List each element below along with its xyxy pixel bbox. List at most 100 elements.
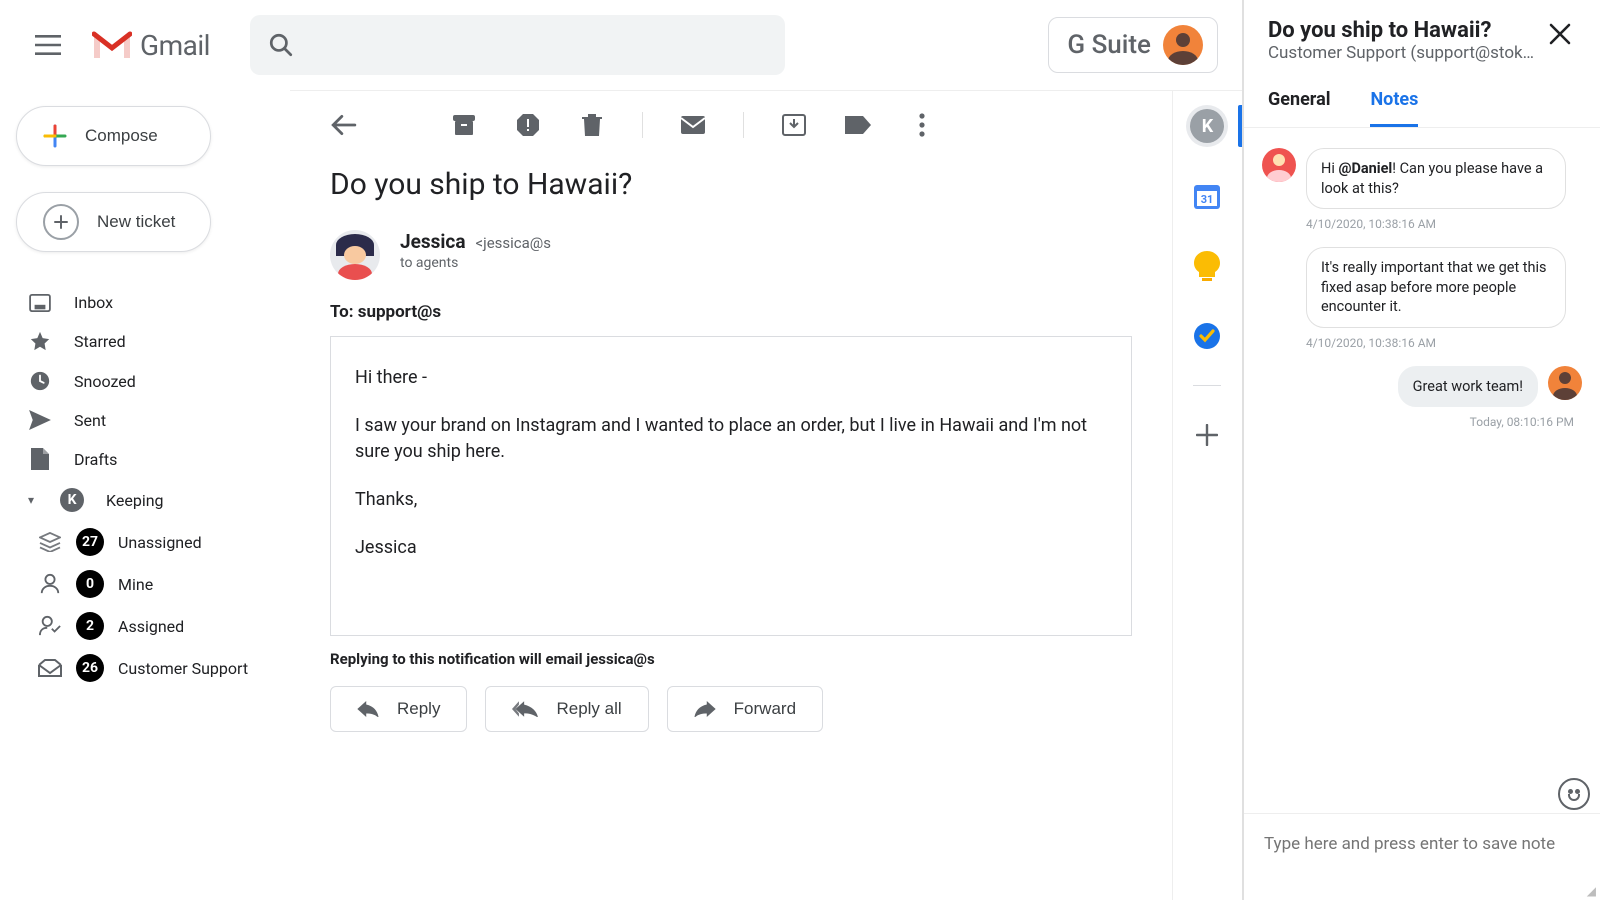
note-timestamp: 4/10/2020, 10:38:16 AM [1306, 336, 1582, 350]
note-author-avatar [1262, 148, 1296, 182]
body-line: Hi there - [355, 365, 1107, 391]
note-mention[interactable]: @Daniel [1338, 160, 1392, 177]
resize-grip-icon[interactable]: ◢ [1587, 884, 1596, 898]
note-bubble: It's really important that we get this f… [1306, 247, 1566, 328]
new-ticket-button[interactable]: New ticket [16, 192, 211, 252]
nav-drafts-label: Drafts [74, 450, 117, 469]
note-input[interactable] [1264, 834, 1580, 882]
plus-circle-icon [43, 204, 79, 240]
compose-label: Compose [85, 126, 158, 146]
addon-tasks[interactable] [1186, 315, 1228, 357]
mailbox-icon [38, 659, 62, 677]
recipient-summary[interactable]: to agents [400, 255, 551, 271]
star-icon [28, 330, 52, 352]
mine-count-badge: 0 [76, 570, 104, 598]
reply-all-label: Reply all [556, 699, 621, 719]
nav-snoozed[interactable]: Snoozed [16, 361, 282, 401]
nav-unassigned[interactable]: 27 Unassigned [26, 521, 282, 563]
body-line: I saw your brand on Instagram and I want… [355, 413, 1107, 465]
addon-calendar[interactable]: 31 [1186, 175, 1228, 217]
body-line: Thanks, [355, 487, 1107, 513]
nav-starred[interactable]: Starred [16, 321, 282, 361]
close-icon[interactable] [1544, 18, 1576, 50]
inbox-icon [28, 294, 52, 312]
note-timestamp: 4/10/2020, 10:38:16 AM [1306, 217, 1582, 231]
toolbar-divider [743, 112, 744, 138]
hamburger-menu-icon[interactable] [24, 21, 72, 69]
file-icon [28, 448, 52, 470]
sender-avatar [330, 230, 380, 280]
reply-footer-note: Replying to this notification will email… [330, 650, 1132, 668]
nav-assigned[interactable]: 2 Assigned [26, 605, 282, 647]
note-text-prefix: Hi [1321, 160, 1338, 177]
email-body: Hi there - I saw your brand on Instagram… [330, 336, 1132, 636]
addon-get-addons[interactable] [1186, 414, 1228, 456]
nav-inbox[interactable]: Inbox [16, 284, 282, 321]
note-timestamp: Today, 08:10:16 PM [1262, 415, 1574, 429]
report-spam-icon[interactable] [514, 111, 542, 139]
keeping-logo-icon: K [60, 488, 84, 512]
reply-label: Reply [397, 699, 440, 719]
reply-all-button[interactable]: Reply all [485, 686, 648, 732]
nav-mine[interactable]: 0 Mine [26, 563, 282, 605]
nav-keeping-label: Keeping [106, 491, 164, 510]
nav-starred-label: Starred [74, 332, 126, 351]
new-ticket-label: New ticket [97, 212, 175, 232]
search-icon [268, 32, 294, 58]
active-addon-indicator [1238, 105, 1242, 147]
forward-label: Forward [734, 699, 796, 719]
panel-subtitle: Customer Support (support@stok… [1268, 43, 1534, 63]
gmail-logo-text: Gmail [140, 29, 210, 62]
nav-drafts[interactable]: Drafts [16, 439, 282, 479]
back-icon[interactable] [330, 111, 358, 139]
forward-button[interactable]: Forward [667, 686, 823, 732]
nav-snoozed-label: Snoozed [74, 372, 136, 391]
assigned-count-badge: 2 [76, 612, 104, 640]
send-icon [28, 410, 52, 430]
account-avatar[interactable] [1163, 25, 1203, 65]
compose-button[interactable]: Compose [16, 106, 211, 166]
nav-keeping[interactable]: ▾ K Keeping [16, 479, 282, 521]
reply-all-icon [512, 701, 538, 717]
clock-icon [28, 370, 52, 392]
nav-assigned-label: Assigned [118, 617, 184, 636]
unassigned-count-badge: 27 [76, 528, 104, 556]
gsuite-label: G Suite [1067, 30, 1151, 60]
nav-inbox-label: Inbox [74, 293, 113, 312]
forward-icon [694, 701, 716, 717]
addon-divider [1193, 385, 1221, 386]
chevron-down-icon: ▾ [28, 493, 34, 507]
emoji-picker-icon[interactable] [1558, 778, 1590, 810]
tab-general[interactable]: General [1268, 89, 1331, 127]
gsuite-badge[interactable]: G Suite [1048, 17, 1218, 73]
nav-sent-label: Sent [74, 411, 106, 430]
nav-unassigned-label: Unassigned [118, 533, 202, 552]
to-line: To: support@s [330, 302, 1132, 322]
nav-sent[interactable]: Sent [16, 401, 282, 439]
plus-multicolor-icon [43, 124, 67, 148]
mark-unread-icon[interactable] [679, 111, 707, 139]
svg-text:31: 31 [1201, 193, 1214, 206]
layers-icon [38, 532, 62, 552]
nav-customer-support[interactable]: 26 Customer Support [26, 647, 282, 689]
nav-customer-support-label: Customer Support [118, 659, 248, 678]
body-line: Jessica [355, 535, 1107, 561]
move-to-icon[interactable] [780, 111, 808, 139]
reply-icon [357, 701, 379, 717]
more-icon[interactable] [908, 111, 936, 139]
panel-title: Do you ship to Hawaii? [1268, 18, 1534, 43]
addon-keep[interactable] [1186, 245, 1228, 287]
search-input[interactable] [250, 15, 785, 75]
addon-keeping[interactable]: K [1186, 105, 1228, 147]
tab-notes[interactable]: Notes [1370, 89, 1418, 127]
labels-icon[interactable] [844, 111, 872, 139]
note-bubble: Great work team! [1398, 366, 1538, 408]
customer-support-count-badge: 26 [76, 654, 104, 682]
archive-icon[interactable] [450, 111, 478, 139]
sender-name: Jessica [400, 230, 466, 253]
email-subject: Do you ship to Hawaii? [330, 167, 1132, 202]
delete-icon[interactable] [578, 111, 606, 139]
note-bubble: Hi @Daniel! Can you please have a look a… [1306, 148, 1566, 209]
reply-button[interactable]: Reply [330, 686, 467, 732]
person-check-icon [38, 615, 62, 637]
